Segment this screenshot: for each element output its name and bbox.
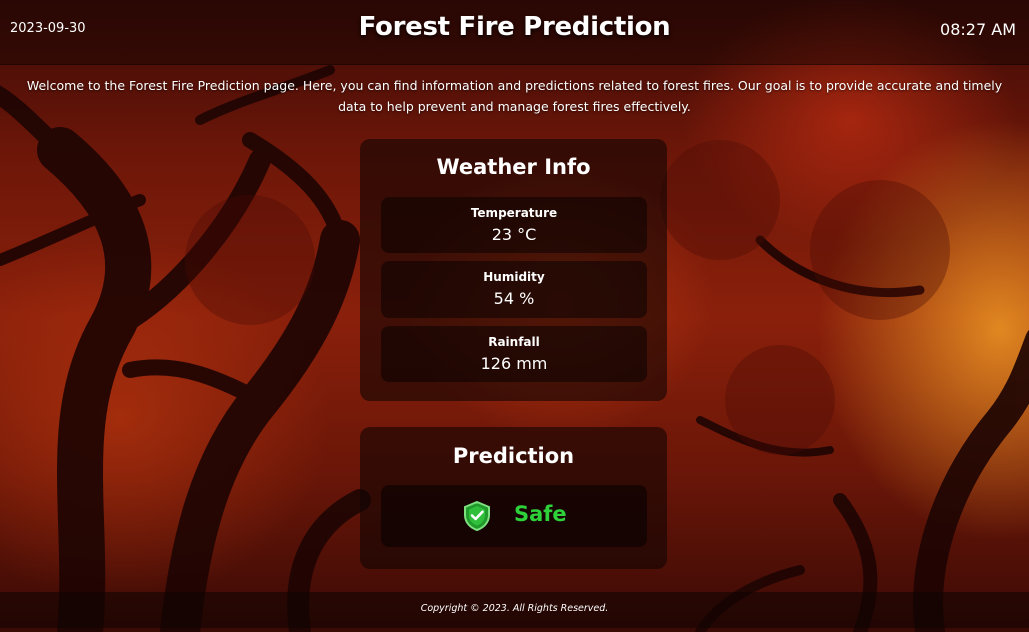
humidity-value: 54 % xyxy=(493,289,535,308)
shield-check-icon xyxy=(464,501,490,531)
temperature-value: 23 °C xyxy=(491,225,537,244)
footer-bar: Copyright © 2023. All Rights Reserved. xyxy=(0,592,1029,628)
prediction-status: Safe xyxy=(514,502,567,526)
header-bar: 2023-09-30 Forest Fire Prediction 08:27 … xyxy=(0,0,1029,65)
humidity-card: Humidity 54 % xyxy=(381,261,647,318)
temperature-label: Temperature xyxy=(470,206,558,220)
temperature-card: Temperature 23 °C xyxy=(381,197,647,253)
prediction-result-card: Safe xyxy=(381,485,647,547)
prediction-heading: Prediction xyxy=(452,444,575,468)
prediction-panel: Prediction Safe xyxy=(360,427,667,569)
page-title: Forest Fire Prediction xyxy=(358,12,671,42)
humidity-label: Humidity xyxy=(483,270,545,284)
welcome-text: Welcome to the Forest Fire Prediction pa… xyxy=(26,78,1003,114)
weather-info-panel: Weather Info Temperature 23 °C Humidity … xyxy=(360,139,667,401)
current-time: 08:27 AM xyxy=(940,20,1016,39)
rainfall-card: Rainfall 126 mm xyxy=(381,326,647,382)
rainfall-label: Rainfall xyxy=(488,335,540,349)
copyright-text: Copyright © 2023. All Rights Reserved. xyxy=(420,603,609,614)
rainfall-value: 126 mm xyxy=(480,354,548,373)
weather-info-heading: Weather Info xyxy=(436,155,591,179)
